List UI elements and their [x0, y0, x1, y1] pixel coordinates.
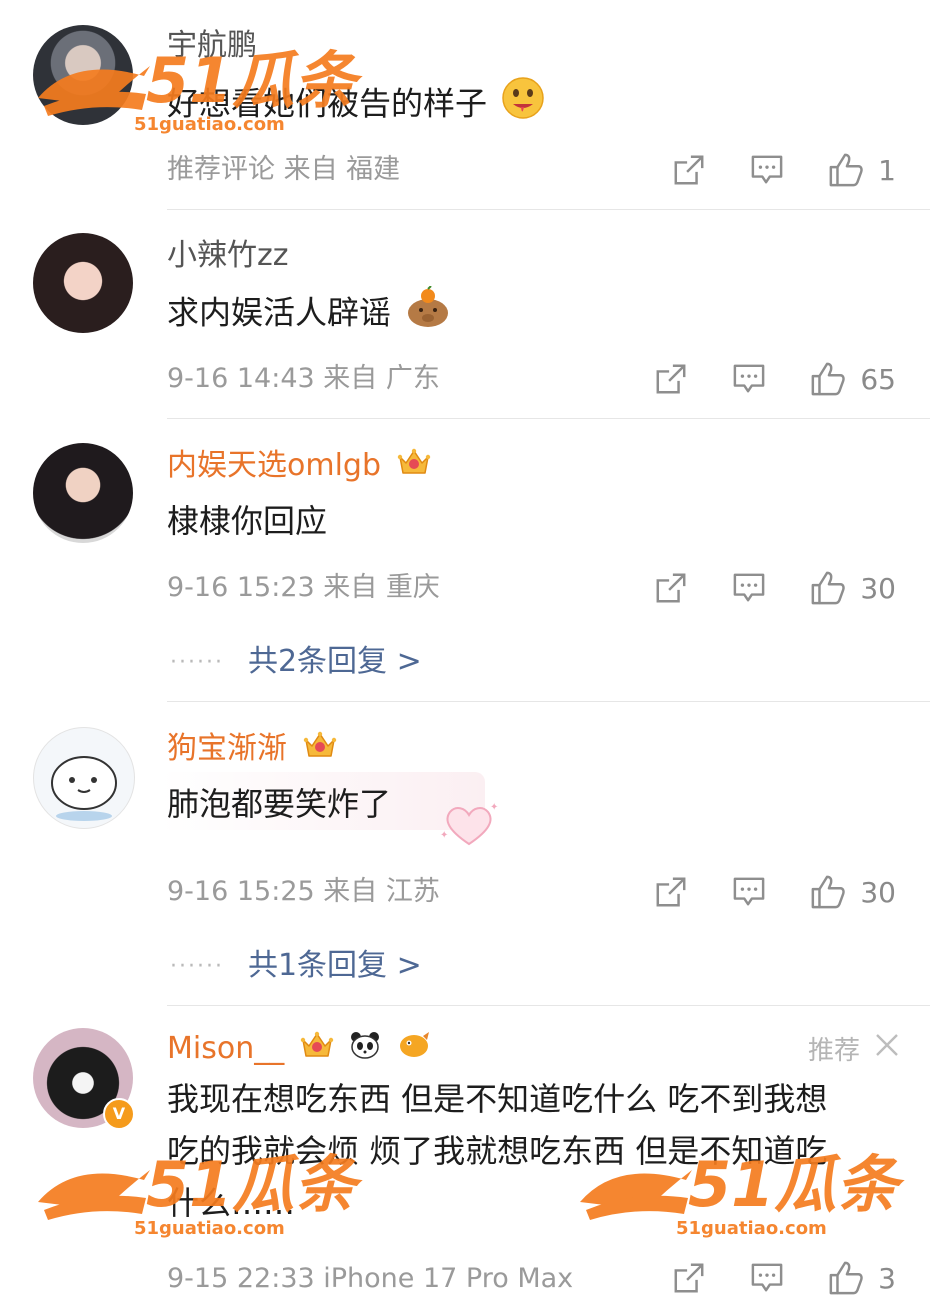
recommend-text: 推荐 [807, 1036, 860, 1066]
share-button[interactable] [672, 1261, 706, 1295]
share-button[interactable] [672, 153, 706, 187]
username[interactable]: 小辣竹zz [167, 238, 289, 274]
comment-actions: 30 [654, 568, 896, 608]
like-count: 30 [860, 875, 896, 909]
verified-badge-icon: V [103, 1098, 135, 1130]
comment-text: 求内娱活人辟谣 [167, 285, 451, 343]
divider [167, 1005, 930, 1006]
drooling-face-icon [501, 76, 545, 135]
reply-button[interactable] [750, 154, 784, 186]
divider [167, 209, 930, 210]
comment-meta: 9-15 22:33 iPhone 17 Pro Max [167, 1263, 574, 1294]
like-button[interactable]: 30 [810, 874, 896, 910]
panda-icon [349, 1030, 381, 1069]
share-icon [654, 362, 688, 396]
avatar[interactable] [33, 727, 135, 829]
share-icon [654, 875, 688, 909]
thumbs-up-icon [828, 1260, 864, 1296]
share-icon [672, 1261, 706, 1295]
crown-badge-icon [397, 447, 431, 486]
capybara-icon [405, 285, 451, 343]
reply-button[interactable] [732, 363, 766, 395]
comment-actions: 30 [654, 872, 896, 912]
username[interactable]: 内娱天选omlgb [167, 447, 431, 486]
like-count: 30 [860, 571, 896, 605]
username-text: Mison__ [167, 1031, 285, 1066]
username-text: 狗宝渐渐 [167, 731, 287, 766]
comment-meta: 9-16 15:23 来自 重庆 [167, 572, 440, 603]
comment-meta: 9-16 14:43 来自 广东 [167, 363, 440, 394]
reply-button[interactable] [750, 1262, 784, 1294]
like-button[interactable]: 65 [810, 361, 896, 397]
comment-meta: 9-16 15:25 来自 江苏 [167, 876, 440, 907]
comment-meta: 推荐评论 来自 福建 [167, 154, 401, 185]
comment-text-line-1: 我现在想吃东西 但是不知道吃什么 吃不到我想 [167, 1080, 828, 1118]
like-count: 65 [860, 362, 896, 396]
comment-icon [750, 1262, 784, 1294]
comment-text: 棣棣你回应 [167, 502, 328, 540]
username-text: 内娱天选omlgb [167, 448, 381, 483]
comment-icon [750, 154, 784, 186]
reply-button[interactable] [732, 572, 766, 604]
comment-icon [732, 363, 766, 395]
replies-label: 共2条回复 > [247, 644, 422, 679]
heart-icon: ✦ ✦ [438, 800, 500, 854]
cartoon-avatar-icon [51, 756, 117, 821]
comment-text: 肺泡都要笑炸了 [167, 785, 392, 823]
svg-text:✦: ✦ [440, 830, 448, 841]
fish-icon [397, 1030, 431, 1069]
dots: ······ [170, 954, 224, 979]
svg-text:✦: ✦ [490, 802, 498, 813]
comment-icon [732, 572, 766, 604]
comment-text-line-3: 什么…… [167, 1184, 296, 1222]
comment-text-content: 好想看她们被告的样子 [167, 84, 488, 123]
thumbs-up-icon [810, 570, 846, 606]
comment-text-content: 求内娱活人辟谣 [167, 293, 392, 332]
avatar[interactable] [33, 443, 133, 543]
close-icon[interactable] [874, 1032, 900, 1065]
view-replies-link[interactable]: ······ 共1条回复 > [170, 940, 422, 984]
share-button[interactable] [654, 875, 688, 909]
share-icon [672, 153, 706, 187]
like-button[interactable]: 3 [828, 1260, 896, 1296]
share-button[interactable] [654, 571, 688, 605]
thumbs-up-icon [810, 361, 846, 397]
comment-actions: 1 [672, 150, 896, 190]
divider [167, 418, 930, 419]
comment-actions: 65 [654, 359, 896, 399]
watermark-url: 51guatiao.com [676, 1218, 827, 1239]
share-icon [654, 571, 688, 605]
username[interactable]: 宇航鹏 [167, 28, 257, 64]
replies-label: 共1条回复 > [247, 948, 422, 983]
comment-actions: 3 [672, 1258, 896, 1298]
comment-icon [732, 876, 766, 908]
thumbs-up-icon [810, 874, 846, 910]
dots: ······ [170, 650, 224, 675]
username[interactable]: Mison__ [167, 1030, 431, 1069]
recommend-label: 推荐 [808, 1030, 900, 1067]
reply-button[interactable] [732, 876, 766, 908]
comment-text-line-2: 吃的我就会烦 烦了我就想吃东西 但是不知道吃 [167, 1132, 828, 1170]
like-button[interactable]: 30 [810, 570, 896, 606]
avatar[interactable] [33, 25, 133, 125]
avatar[interactable] [33, 233, 133, 333]
divider [167, 701, 930, 702]
like-count: 1 [878, 153, 896, 187]
share-button[interactable] [654, 362, 688, 396]
crown-badge-icon [300, 1030, 334, 1069]
thumbs-up-icon [828, 152, 864, 188]
like-count: 3 [878, 1261, 896, 1295]
crown-badge-icon [303, 730, 337, 769]
like-button[interactable]: 1 [828, 152, 896, 188]
comment-text: 好想看她们被告的样子 [167, 76, 545, 135]
username[interactable]: 狗宝渐渐 [167, 730, 337, 769]
view-replies-link[interactable]: ······ 共2条回复 > [170, 636, 422, 680]
